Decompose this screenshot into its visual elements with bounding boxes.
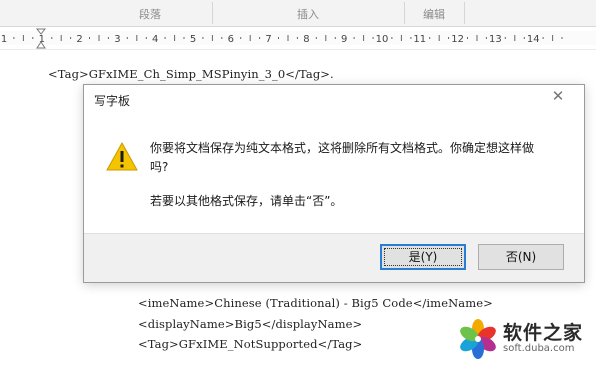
ruler-tick [211, 35, 213, 41]
ruler-tick [249, 35, 251, 41]
ruler-tick [325, 35, 327, 41]
document-text-line: <Tag>GFxIME_NotSupported</Tag> [138, 337, 363, 351]
ribbon-group-insert: 插入 [297, 8, 319, 21]
save-format-dialog: 写字板 ✕ 你要将文档保存为纯文本格式，这将删除所有文档格式。你确定想这样做吗?… [83, 84, 585, 283]
ruler-tick [136, 35, 138, 41]
ruler-tick [542, 37, 544, 39]
ruler-number: 12 [451, 34, 464, 45]
document-text-line: <imeName>Chinese (Traditional) - Big5 Co… [138, 296, 493, 310]
watermark-name: 软件之家 [503, 322, 584, 344]
ruler-tick [221, 37, 223, 39]
document-text-line: <displayName>Big5</displayName> [138, 317, 363, 331]
ribbon-group-edit: 编辑 [423, 8, 445, 21]
ruler-scale: 1 1 2 3 4 5 6 7 8 9 10 11 12 13 14 [1, 28, 563, 49]
ruler-number: 7 [265, 34, 271, 45]
ruler-tick [552, 35, 554, 41]
ruler-tick [353, 37, 355, 39]
ruler-tick [107, 37, 109, 39]
document-text-line: <Tag>GFxIME_Ch_Simp_MSPinyin_3_0</Tag>. [48, 67, 334, 81]
ruler-number: 9 [341, 34, 347, 45]
ruler-number: 6 [228, 34, 234, 45]
ruler-tick [202, 37, 204, 39]
flower-logo-icon [458, 319, 498, 363]
ruler-tick [485, 37, 487, 39]
ruler-number: 3 [114, 34, 120, 45]
ruler-tick [334, 37, 336, 39]
ruler-tick [259, 37, 261, 39]
ruler-tick [391, 37, 393, 39]
warning-icon [106, 141, 138, 175]
dialog-message: 你要将文档保存为纯文本格式，这将删除所有文档格式。你确定想这样做吗? [150, 141, 535, 174]
ruler-tick [89, 37, 90, 39]
close-icon[interactable]: ✕ [548, 87, 568, 105]
ruler-tick [561, 37, 563, 39]
yes-button[interactable]: 是(Y) [380, 244, 466, 270]
focus-ring [384, 248, 462, 266]
ruler-tick [278, 37, 279, 39]
ruler-tick [287, 35, 289, 41]
ruler-tick [372, 37, 374, 39]
ruler-tick [98, 35, 100, 41]
ruler-tick [467, 37, 468, 39]
dialog-hint: 若要以其他格式保存，请单击“否”。 [150, 194, 343, 208]
ruler-tick [363, 35, 365, 41]
horizontal-ruler[interactable]: 1 1 2 3 4 5 6 7 8 9 10 11 12 13 14 [0, 27, 596, 50]
ruler-tick [448, 37, 450, 39]
watermark-url: soft.duba.com [503, 343, 575, 354]
dialog-title: 写字板 [94, 94, 131, 108]
ruler-tick [126, 37, 128, 39]
ruler-tick [145, 37, 147, 39]
ruler-number: 8 [303, 34, 309, 45]
ruler-tick [70, 37, 72, 39]
ruler-number: 11 [413, 34, 426, 45]
ruler-tick [523, 37, 525, 39]
ruler-number: 4 [152, 34, 158, 45]
ruler-number: 14 [527, 34, 540, 45]
ruler-tick [51, 37, 53, 39]
ruler-tick [315, 37, 317, 39]
dialog-button-bar: 是(Y) 否(N) [84, 233, 584, 282]
ruler-tick [183, 37, 185, 39]
ruler-number: 5 [190, 34, 196, 45]
ruler-tick [429, 37, 431, 39]
ruler-number: 13 [489, 34, 502, 45]
ruler-tick [296, 37, 298, 39]
ribbon-group-labels: 段落 插入 编辑 [0, 0, 596, 27]
ruler-tick [400, 35, 402, 41]
ruler-tick [174, 35, 176, 41]
ruler-tick [13, 37, 15, 39]
ruler-tick [164, 37, 166, 39]
ribbon-group-paragraph: 段落 [139, 8, 161, 21]
no-button-label: 否(N) [505, 250, 537, 264]
ruler-number: 1 [1, 34, 7, 45]
ruler-tick [514, 35, 516, 41]
ruler-tick [32, 37, 34, 39]
ruler-tick [60, 35, 62, 41]
ruler-number: 2 [76, 34, 82, 45]
ruler-tick [504, 37, 506, 39]
ruler-tick [240, 37, 242, 39]
no-button[interactable]: 否(N) [478, 244, 564, 270]
ruler-tick [22, 35, 24, 41]
ruler-tick [410, 37, 412, 39]
ribbon-divider [464, 2, 465, 24]
ruler-tick [476, 35, 478, 41]
ruler-tick [438, 35, 440, 41]
ruler-number: 10 [376, 34, 389, 45]
ribbon-divider [212, 2, 213, 24]
